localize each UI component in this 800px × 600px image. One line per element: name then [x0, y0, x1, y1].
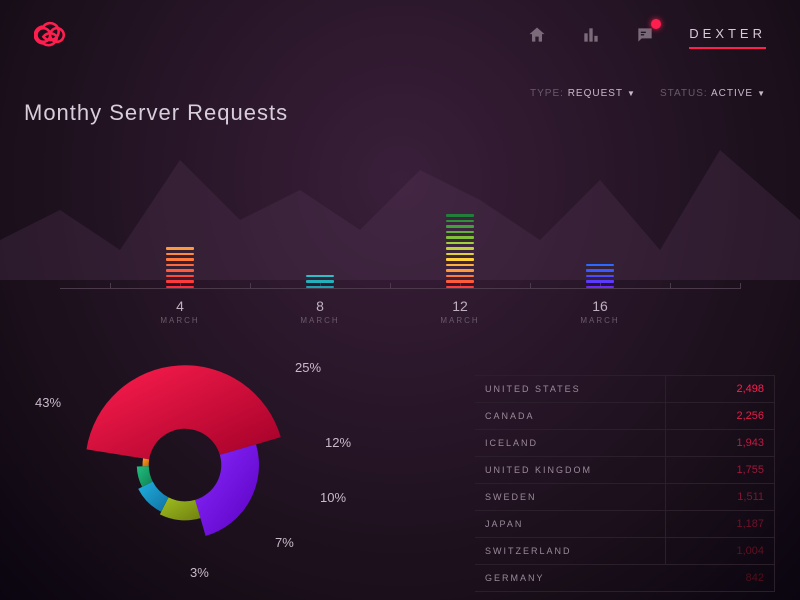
- status-filter-label: STATUS:: [660, 88, 708, 99]
- logo[interactable]: [34, 18, 68, 57]
- donut-chart: 43%25%12%10%7%3%: [50, 360, 410, 590]
- donut-label: 3%: [190, 565, 209, 580]
- country-name: UNITED KINGDOM: [485, 465, 592, 475]
- country-value: 1,004: [736, 545, 764, 557]
- bar-label: 8MARCH: [300, 298, 339, 325]
- country-name: SWEDEN: [485, 492, 537, 502]
- bar-chart: 4MARCH 8MARCH 12MARCH 16MARCH: [60, 195, 740, 325]
- bar-8[interactable]: [306, 275, 334, 289]
- country-value: 842: [746, 572, 764, 584]
- country-name: SWITZERLAND: [485, 546, 572, 556]
- type-filter-value[interactable]: REQUEST▼: [568, 88, 636, 99]
- filters: TYPE: REQUEST▼ STATUS: ACTIVE▼: [530, 88, 766, 99]
- table-row[interactable]: GERMANY 842: [475, 564, 775, 592]
- bar-16[interactable]: [586, 264, 614, 289]
- donut-label: 25%: [295, 360, 321, 375]
- donut-label: 12%: [325, 435, 351, 450]
- chart-icon[interactable]: [581, 25, 601, 50]
- table-row[interactable]: UNITED KINGDOM 1,755: [475, 456, 775, 483]
- country-value: 1,511: [737, 491, 764, 503]
- user-menu[interactable]: DEXTER: [689, 26, 766, 49]
- country-value: 2,256: [736, 410, 764, 422]
- table-row[interactable]: UNITED STATES 2,498: [475, 375, 775, 402]
- donut-label: 43%: [35, 395, 61, 410]
- country-name: ICELAND: [485, 438, 538, 448]
- donut-slice[interactable]: [86, 365, 280, 459]
- type-filter[interactable]: TYPE: REQUEST▼: [530, 88, 636, 99]
- country-name: UNITED STATES: [485, 384, 581, 394]
- x-axis: [60, 288, 740, 289]
- bar-label: 12MARCH: [440, 298, 479, 325]
- header: DEXTER: [0, 0, 800, 67]
- bar-label: 16MARCH: [580, 298, 619, 325]
- nav: DEXTER: [527, 25, 766, 50]
- status-filter[interactable]: STATUS: ACTIVE▼: [660, 88, 766, 99]
- table-row[interactable]: SWEDEN 1,511: [475, 483, 775, 510]
- bar-12[interactable]: [446, 214, 474, 288]
- donut-slice[interactable]: [143, 458, 150, 466]
- table-row[interactable]: ICELAND 1,943: [475, 429, 775, 456]
- type-filter-label: TYPE:: [530, 88, 564, 99]
- donut-slice[interactable]: [195, 444, 259, 536]
- status-filter-value[interactable]: ACTIVE▼: [711, 88, 766, 99]
- country-value: 1,187: [736, 518, 764, 530]
- country-table: UNITED STATES 2,498 CANADA 2,256 ICELAND 1,94…: [475, 375, 775, 592]
- donut-label: 7%: [275, 535, 294, 550]
- bar-label: 4MARCH: [160, 298, 199, 325]
- country-value: 1,755: [736, 464, 764, 476]
- country-name: GERMANY: [485, 573, 545, 583]
- chat-icon[interactable]: [635, 25, 655, 50]
- table-row[interactable]: CANADA 2,256: [475, 402, 775, 429]
- country-value: 2,498: [736, 383, 764, 395]
- caret-down-icon: ▼: [627, 89, 636, 98]
- country-value: 1,943: [736, 437, 764, 449]
- table-row[interactable]: SWITZERLAND 1,004: [475, 537, 775, 564]
- notification-badge: [651, 19, 661, 29]
- caret-down-icon: ▼: [757, 89, 766, 98]
- donut-label: 10%: [320, 490, 346, 505]
- table-row[interactable]: JAPAN 1,187: [475, 510, 775, 537]
- home-icon[interactable]: [527, 25, 547, 50]
- country-name: CANADA: [485, 411, 535, 421]
- bar-4[interactable]: [166, 247, 194, 288]
- country-name: JAPAN: [485, 519, 523, 529]
